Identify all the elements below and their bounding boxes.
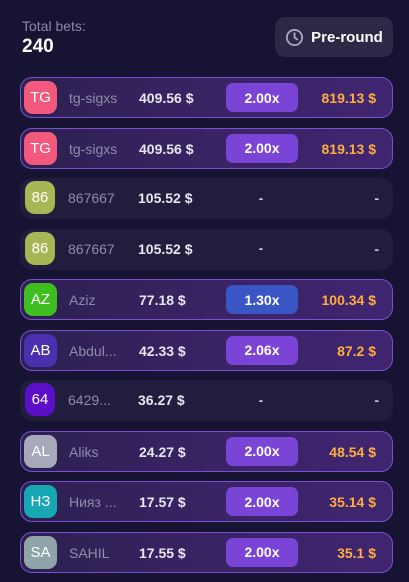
bet-row: SA SAHIL 17.55 $ 2.00x 35.1 $ xyxy=(20,531,393,573)
avatar: НЗ xyxy=(24,485,57,518)
payout-amount: - xyxy=(374,240,379,257)
avatar: SA xyxy=(24,535,57,569)
total-bets-count: 240 xyxy=(22,36,54,57)
bet-row: 86 867667 105.52 $ - - xyxy=(20,228,393,270)
player-name: 867667 xyxy=(68,190,115,206)
cashout-multiplier: 1.30x xyxy=(226,285,298,314)
bet-amount: 105.52 $ xyxy=(138,190,193,206)
bet-amount: 42.33 $ xyxy=(139,342,186,359)
bet-amount: 17.57 $ xyxy=(139,494,186,510)
bets-header: Total bets: 240 Pre-round xyxy=(0,0,409,70)
player-name: Aliks xyxy=(69,443,99,460)
avatar: AZ xyxy=(24,283,57,316)
payout-amount: 35.14 $ xyxy=(329,494,376,510)
player-name: 867667 xyxy=(68,240,115,257)
cashout-multiplier: 2.00x xyxy=(226,487,298,516)
bet-amount: 409.56 $ xyxy=(139,140,194,157)
bet-amount: 409.56 $ xyxy=(139,90,194,106)
cashout-multiplier: - xyxy=(258,240,264,256)
cashout-multiplier: 2.00x xyxy=(226,537,298,567)
bet-row: НЗ Нияз ... 17.57 $ 2.00x 35.14 $ xyxy=(20,481,393,522)
bets-list: TG tg-sigxs 409.56 $ 2.00x 819.13 $ TG tg-sigx… xyxy=(20,77,393,582)
avatar: TG xyxy=(24,81,57,114)
bet-row: 86 867667 105.52 $ - - xyxy=(20,178,393,219)
payout-amount: 35.1 $ xyxy=(337,544,376,561)
player-name: Нияз ... xyxy=(69,494,117,510)
cashout-multiplier: 2.06x xyxy=(226,335,298,365)
payout-amount: 819.13 $ xyxy=(321,90,377,106)
player-name: 6429... xyxy=(68,392,111,408)
bet-amount: 36.27 $ xyxy=(138,392,185,408)
payout-amount: - xyxy=(374,190,379,206)
bet-row: AZ Aziz 77.18 $ 1.30x 100.34 $ xyxy=(20,279,393,320)
pre-round-label: Pre-round xyxy=(311,28,383,46)
bet-row: AL Aliks 24.27 $ 2.00x 48.54 $ xyxy=(20,430,393,472)
payout-amount: - xyxy=(374,392,379,408)
cashout-multiplier: 2.00x xyxy=(226,133,298,163)
bet-amount: 17.55 $ xyxy=(139,544,186,561)
bet-row: AB Abdul... 42.33 $ 2.06x 87.2 $ xyxy=(20,329,393,371)
player-name: Aziz xyxy=(69,292,96,308)
player-name: tg-sigxs xyxy=(69,90,118,106)
bet-row: TG tg-sigxs 409.56 $ 2.00x 819.13 $ xyxy=(20,127,393,169)
avatar: TG xyxy=(24,131,57,165)
bet-amount: 24.27 $ xyxy=(139,443,186,460)
avatar: 86 xyxy=(25,181,55,214)
bet-row: 64 6429... 36.27 $ - - xyxy=(20,380,393,421)
payout-amount: 87.2 $ xyxy=(337,342,376,359)
payout-amount: 48.54 $ xyxy=(329,443,376,460)
cashout-multiplier: - xyxy=(258,189,264,206)
avatar: 64 xyxy=(25,383,55,416)
avatar: AL xyxy=(24,434,57,468)
cashout-multiplier: 2.00x xyxy=(226,436,298,466)
pre-round-button[interactable]: Pre-round xyxy=(275,17,393,57)
clock-icon xyxy=(285,28,304,47)
payout-amount: 100.34 $ xyxy=(321,292,377,308)
bet-amount: 105.52 $ xyxy=(138,240,193,257)
total-bets-label: Total bets: xyxy=(22,18,86,34)
cashout-multiplier: - xyxy=(258,391,264,408)
cashout-multiplier: 2.00x xyxy=(226,83,298,112)
player-name: tg-sigxs xyxy=(69,140,118,157)
payout-amount: 819.13 $ xyxy=(321,140,377,157)
player-name: Abdul... xyxy=(69,342,117,359)
bet-row: TG tg-sigxs 409.56 $ 2.00x 819.13 $ xyxy=(20,77,393,118)
player-name: SAHIL xyxy=(69,544,110,561)
avatar: AB xyxy=(24,333,57,367)
bet-amount: 77.18 $ xyxy=(139,292,186,308)
avatar: 86 xyxy=(25,231,55,265)
